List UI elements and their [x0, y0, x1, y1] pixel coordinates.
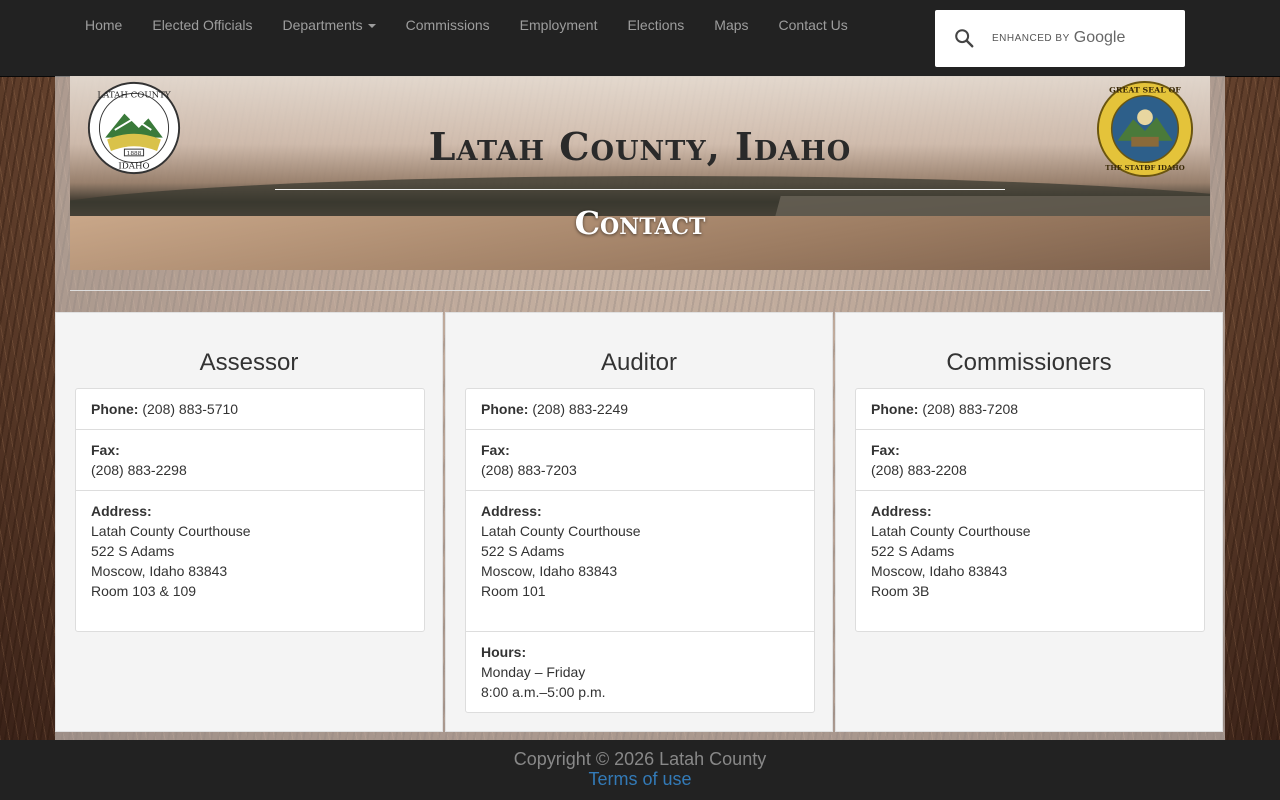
idaho-state-seal-icon: GREAT SEAL OF THE STATE OF IDAHO: [1096, 80, 1194, 178]
page-subtitle: Contact: [574, 204, 706, 242]
contact-panel: Phone: (208) 883-2249 Fax: (208) 883-7203…: [465, 388, 815, 713]
seal-right-text-top: GREAT SEAL OF: [1109, 86, 1181, 95]
nav-item-home[interactable]: Home: [70, 0, 137, 50]
hours-label: Hours:: [481, 644, 527, 660]
terms-of-use-link[interactable]: Terms of use: [0, 769, 1280, 790]
section-divider: [70, 290, 1210, 291]
banner-divider: [275, 189, 1005, 190]
address-line: Room 3B: [871, 583, 930, 599]
fax-row: Fax: (208) 883-2208: [856, 430, 1204, 491]
fax-label: Fax:: [91, 442, 120, 458]
main-container: LATAH COUNTY 1888 IDAHO Latah County, Id…: [55, 76, 1225, 740]
page-title: Latah County, Idaho: [428, 124, 852, 169]
address-row: Address: Latah County Courthouse 522 S A…: [856, 491, 1204, 631]
phone-label: Phone:: [91, 401, 139, 417]
address-row: Address: Latah County Courthouse 522 S A…: [76, 491, 424, 631]
nav-item-departments[interactable]: Departments: [267, 0, 390, 50]
address-line: Moscow, Idaho 83843: [481, 563, 618, 579]
card-title: Commissioners: [946, 349, 1112, 376]
card-title: Assessor: [199, 349, 299, 376]
seal-right-text-right: OF IDAHO: [1145, 164, 1185, 172]
address-line: 522 S Adams: [871, 543, 955, 559]
address-line: Latah County Courthouse: [871, 523, 1031, 539]
fax-row: Fax: (208) 883-2298: [76, 430, 424, 491]
phone-value: (208) 883-5710: [142, 401, 239, 417]
nav-item-departments-label: Departments: [282, 17, 363, 33]
phone-row: Phone: (208) 883-2249: [466, 389, 814, 430]
address-line: Moscow, Idaho 83843: [91, 563, 228, 579]
nav-item-employment[interactable]: Employment: [505, 0, 613, 50]
address-line: Room 103 & 109: [91, 583, 197, 599]
contact-card-commissioners: Commissioners Phone: (208) 883-7208 Fax:…: [835, 312, 1223, 732]
phone-value: (208) 883-7208: [922, 401, 1019, 417]
copyright-text: Copyright © 2026 Latah County: [513, 749, 767, 769]
header-banner: LATAH COUNTY 1888 IDAHO Latah County, Id…: [70, 76, 1210, 270]
phone-row: Phone: (208) 883-7208: [856, 389, 1204, 430]
nav-item-elections[interactable]: Elections: [612, 0, 699, 50]
address-line: Room 101: [481, 583, 546, 599]
google-search-box[interactable]: ENHANCED BY Google: [935, 10, 1185, 67]
address-line: Latah County Courthouse: [91, 523, 251, 539]
phone-label: Phone:: [481, 401, 529, 417]
phone-label: Phone:: [871, 401, 919, 417]
address-line: 522 S Adams: [481, 543, 565, 559]
nav-item-commissions[interactable]: Commissions: [391, 0, 505, 50]
contact-card-auditor: Auditor Phone: (208) 883-2249 Fax: (208) …: [445, 312, 833, 732]
fax-label: Fax:: [481, 442, 510, 458]
card-title: Auditor: [600, 349, 678, 376]
address-label: Address:: [91, 503, 152, 519]
nav-item-elected-officials[interactable]: Elected Officials: [137, 0, 267, 50]
fax-value: (208) 883-7203: [481, 462, 577, 478]
phone-value: (208) 883-2249: [532, 401, 629, 417]
address-row: Address: Latah County Courthouse 522 S A…: [466, 491, 814, 632]
address-line: 522 S Adams: [91, 543, 175, 559]
address-label: Address:: [871, 503, 932, 519]
contact-card-assessor: Assessor Phone: (208) 883-5710 Fax: (208)…: [55, 312, 443, 732]
fax-label: Fax:: [871, 442, 900, 458]
page-footer: Copyright © 2026 Latah County Terms of u…: [0, 740, 1280, 800]
nav-item-contact-us[interactable]: Contact Us: [764, 0, 863, 50]
fax-value: (208) 883-2208: [871, 462, 967, 478]
hours-line: Monday – Friday: [481, 664, 586, 680]
contact-panel: Phone: (208) 883-7208 Fax: (208) 883-2208…: [855, 388, 1205, 632]
fax-value: (208) 883-2298: [91, 462, 187, 478]
hours-line: 8:00 a.m.–5:00 p.m.: [481, 684, 606, 700]
fax-row: Fax: (208) 883-7203: [466, 430, 814, 491]
top-navbar: Home Elected Officials Departments Commi…: [0, 0, 1280, 77]
seal-right-text-left: THE STATE: [1105, 164, 1149, 172]
nav-menu: Home Elected Officials Departments Commi…: [70, 0, 863, 50]
seal-left-text-top: LATAH COUNTY: [97, 90, 170, 100]
nav-item-maps[interactable]: Maps: [699, 0, 763, 50]
phone-row: Phone: (208) 883-5710: [76, 389, 424, 430]
address-label: Address:: [481, 503, 542, 519]
caret-down-icon: [367, 24, 376, 29]
hours-row: Hours: Monday – Friday 8:00 a.m.–5:00 p.…: [466, 632, 814, 712]
address-line: Moscow, Idaho 83843: [871, 563, 1008, 579]
contact-panel: Phone: (208) 883-5710 Fax: (208) 883-2298…: [75, 388, 425, 632]
address-line: Latah County Courthouse: [481, 523, 641, 539]
